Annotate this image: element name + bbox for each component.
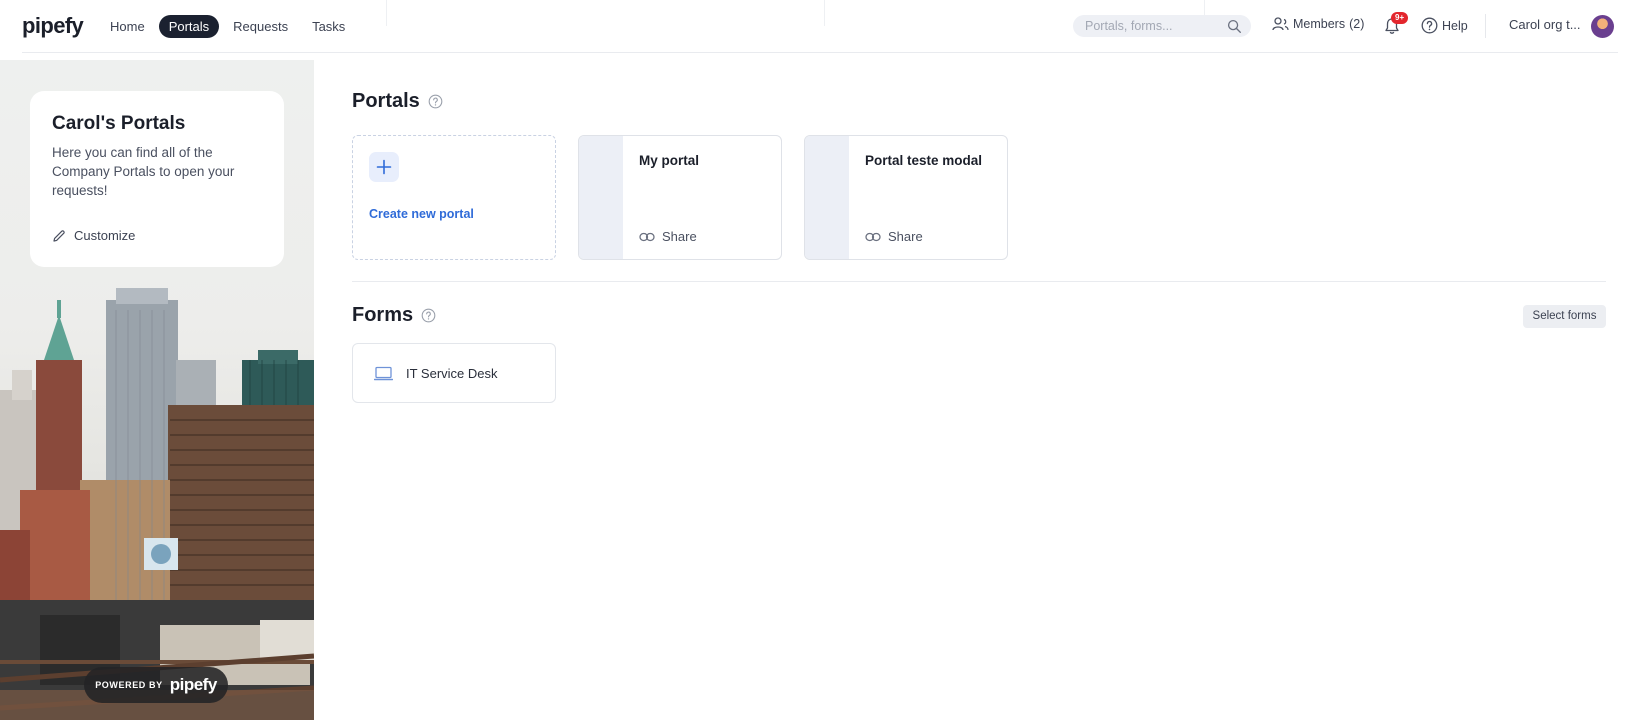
- members-button[interactable]: Members (2): [1272, 17, 1364, 31]
- share-portal-button[interactable]: Share: [865, 229, 923, 244]
- section-divider: [352, 281, 1606, 282]
- search-input[interactable]: [1085, 15, 1215, 37]
- question-mark-icon[interactable]: [421, 308, 436, 323]
- divider: [386, 0, 387, 26]
- select-forms-button[interactable]: Select forms: [1523, 305, 1606, 328]
- divider: [824, 0, 825, 26]
- link-icon: [639, 232, 655, 241]
- portal-name: Portal teste modal: [865, 153, 983, 168]
- customize-button[interactable]: Customize: [52, 228, 135, 243]
- link-icon: [865, 232, 881, 241]
- members-icon: [1272, 17, 1289, 31]
- user-avatar[interactable]: [1591, 15, 1614, 38]
- portals-section-header: Portals: [352, 90, 443, 113]
- portal-cover-panel: Carol's Portals Here you can find all of…: [0, 60, 314, 720]
- main-nav: Home Portals Requests Tasks: [100, 15, 355, 38]
- share-label: Share: [662, 229, 697, 244]
- help-label: Help: [1442, 18, 1468, 33]
- header-divider: [22, 52, 1618, 53]
- search-box: [1073, 15, 1251, 37]
- help-icon: [1421, 17, 1438, 34]
- notifications-badge: 9+: [1391, 12, 1409, 24]
- portal-card[interactable]: Portal teste modal Share: [804, 135, 1008, 260]
- portal-name: My portal: [639, 153, 700, 168]
- create-portal-label: Create new portal: [369, 207, 474, 221]
- top-navigation-bar: pipefy Home Portals Requests Tasks Membe…: [0, 0, 1646, 52]
- search-icon[interactable]: [1227, 19, 1242, 34]
- forms-section-header: Forms: [352, 304, 436, 327]
- portal-page-description: Here you can find all of the Company Por…: [52, 145, 235, 198]
- customize-label: Customize: [74, 228, 136, 243]
- portal-thumbnail: [579, 136, 623, 259]
- share-label: Share: [888, 229, 923, 244]
- form-name: IT Service Desk: [406, 366, 498, 381]
- create-portal-card[interactable]: Create new portal: [352, 135, 556, 260]
- laptop-icon: [374, 366, 393, 381]
- share-portal-button[interactable]: Share: [639, 229, 697, 244]
- nav-tasks[interactable]: Tasks: [302, 15, 355, 38]
- form-card[interactable]: IT Service Desk: [352, 343, 556, 403]
- portal-thumbnail: [805, 136, 849, 259]
- portal-info-card: Carol's Portals Here you can find all of…: [30, 91, 284, 267]
- members-label: Members: [1293, 17, 1346, 31]
- pipefy-logo[interactable]: pipefy: [22, 13, 84, 39]
- nav-home[interactable]: Home: [100, 15, 155, 38]
- question-mark-icon[interactable]: [428, 94, 443, 109]
- divider: [1485, 14, 1486, 38]
- nav-requests[interactable]: Requests: [223, 15, 298, 38]
- pencil-icon: [53, 229, 65, 242]
- organization-switcher[interactable]: Carol org t...: [1509, 17, 1581, 32]
- powered-by-logo: pipefy: [169, 675, 218, 694]
- portal-card[interactable]: My portal Share: [578, 135, 782, 260]
- nav-portals[interactable]: Portals: [158, 15, 220, 38]
- powered-by-badge[interactable]: POWERED BY pipefy: [84, 667, 228, 703]
- powered-by-text: POWERED BY: [95, 680, 163, 690]
- forms-section-title: Forms: [352, 304, 414, 326]
- members-count: (2): [1349, 17, 1365, 31]
- help-button[interactable]: Help: [1421, 17, 1468, 34]
- portals-section-title: Portals: [352, 90, 420, 112]
- plus-icon: [369, 152, 399, 182]
- portal-page-title: Carol's Portals: [52, 113, 186, 134]
